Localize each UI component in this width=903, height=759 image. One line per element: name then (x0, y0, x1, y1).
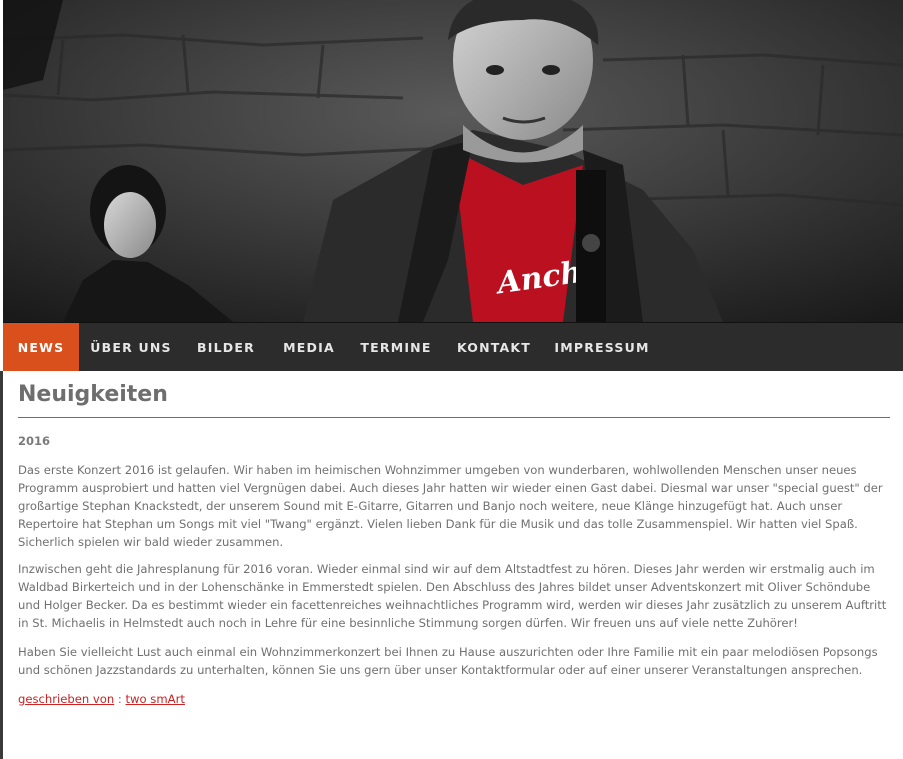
author-link[interactable]: two smArt (126, 692, 185, 706)
nav-item-news[interactable]: NEWS (3, 323, 79, 372)
article-paragraph: Inzwischen geht die Jahresplanung für 20… (18, 562, 887, 630)
meta-separator: : (117, 692, 122, 706)
title-divider (18, 417, 890, 418)
article-paragraph: Das erste Konzert 2016 ist gelaufen. Wir… (18, 463, 883, 549)
nav-item-media[interactable]: MEDIA (275, 323, 343, 372)
article-paragraph: Haben Sie vielleicht Lust auch einmal ei… (18, 645, 878, 677)
nav-item-termine[interactable]: TERMINE (355, 323, 437, 372)
article-year: 2016 (18, 434, 51, 448)
main-nav: NEWS ÜBER UNS BILDER MEDIA TERMINE KONTA… (3, 322, 903, 372)
article-meta: geschrieben von : two smArt (18, 692, 185, 706)
band-photo: Anch (3, 0, 903, 322)
nav-item-ueber-uns[interactable]: ÜBER UNS (87, 323, 175, 372)
nav-item-kontakt[interactable]: KONTAKT (453, 323, 535, 372)
news-article: Neuigkeiten 2016 Das erste Konzert 2016 … (0, 371, 903, 759)
written-by-link[interactable]: geschrieben von (18, 692, 114, 706)
page-title: Neuigkeiten (18, 382, 168, 407)
hero-photo: Anch (3, 0, 903, 322)
nav-item-bilder[interactable]: BILDER (191, 323, 261, 372)
nav-item-impressum[interactable]: IMPRESSUM (552, 323, 652, 372)
